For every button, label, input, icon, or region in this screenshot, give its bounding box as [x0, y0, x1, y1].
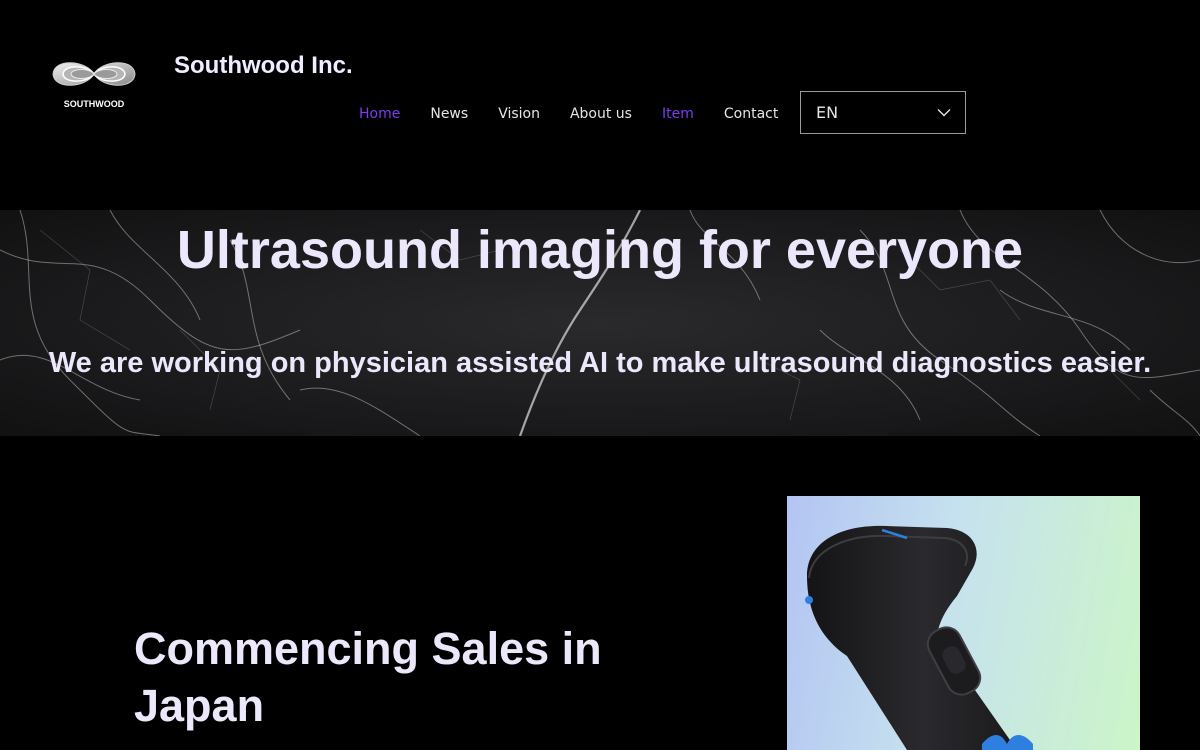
main-nav: Home News Vision About us Item Contact [344, 100, 793, 128]
ultrasound-probe-image [805, 525, 1033, 750]
company-logo[interactable]: SOUTHWOOD [50, 54, 138, 114]
language-value: EN [816, 103, 839, 122]
nav-item-news[interactable]: News [415, 106, 483, 122]
nav-item-about-us[interactable]: About us [555, 106, 647, 122]
hero-banner: Ultrasound imaging for everyone We are w… [0, 210, 1200, 436]
section-title: Commencing Sales in Japan [134, 623, 602, 731]
page: SOUTHWOOD Southwood Inc. Home News Visio… [0, 0, 1200, 750]
hero-subtitle: We are working on physician assisted AI … [48, 347, 1152, 379]
nav-item-home[interactable]: Home [344, 106, 415, 122]
chevron-down-icon [937, 109, 951, 117]
nav-item-item[interactable]: Item [647, 106, 709, 122]
language-select[interactable]: EN [800, 91, 966, 134]
nav-item-contact[interactable]: Contact [709, 106, 793, 122]
logo-wordmark: SOUTHWOOD [63, 99, 125, 109]
product-image [787, 496, 1140, 750]
infinity-logo-icon [52, 62, 136, 86]
hero-title: Ultrasound imaging for everyone [176, 220, 1024, 280]
nav-item-vision[interactable]: Vision [483, 106, 555, 122]
site-title[interactable]: Southwood Inc. [174, 52, 353, 80]
